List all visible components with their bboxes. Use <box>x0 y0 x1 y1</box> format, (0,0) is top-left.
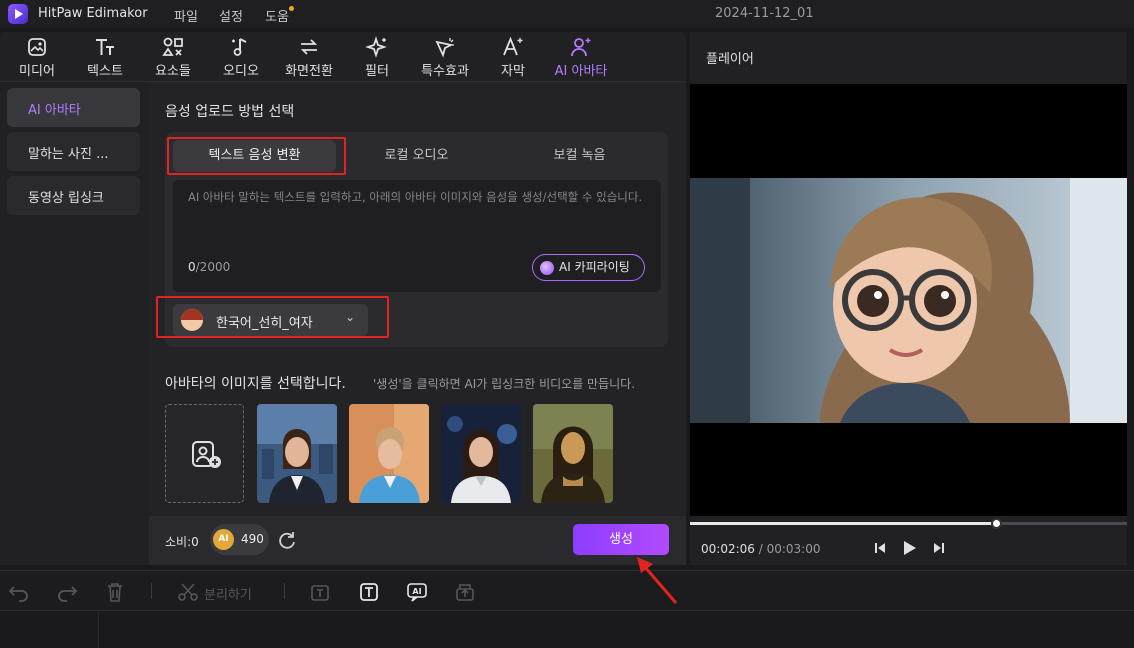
progress-fill <box>690 522 996 525</box>
script-placeholder: AI 아바타 말하는 텍스트를 입력하고, 아래의 아바타 이미지와 음성을 생… <box>188 190 643 204</box>
export-clip-icon[interactable] <box>454 581 476 603</box>
tab-transition[interactable]: 화면전환 <box>279 36 339 79</box>
avatar-image-title: 아바타의 이미지를 선택합니다. <box>165 376 346 392</box>
tab-effects[interactable]: 특수효과 <box>415 36 475 79</box>
tab-subtitle[interactable]: 자막 <box>483 36 543 79</box>
refresh-icon[interactable] <box>277 530 297 550</box>
add-avatar-image-button[interactable] <box>165 404 244 503</box>
delete-icon[interactable] <box>104 581 126 603</box>
menu-file[interactable]: 파일 <box>174 6 198 25</box>
split-label[interactable]: 분리하기 <box>204 584 252 603</box>
svg-text:AI: AI <box>412 587 421 596</box>
timeline-toolbar: 분리하기 AI <box>0 570 1134 611</box>
tab-label: 오디오 <box>223 64 259 79</box>
step-back-icon[interactable] <box>870 538 890 558</box>
char-count-current: 0 <box>188 260 196 274</box>
progress-knob[interactable] <box>990 518 1002 529</box>
highlight-box-voice-select <box>156 296 389 338</box>
document-title: 2024-11-12_01 <box>715 6 814 21</box>
time-separator: / <box>754 542 767 556</box>
tab-label: AI 아바타 <box>554 64 608 79</box>
menu-help[interactable]: 도움 <box>265 6 289 25</box>
upload-method-title: 음성 업로드 방법 선택 <box>165 104 295 120</box>
add-text-icon[interactable] <box>309 581 331 603</box>
sidebar-item-ai-avatar[interactable]: AI 아바타 <box>7 88 140 127</box>
tab-filter[interactable]: 필터 <box>347 36 407 79</box>
text-box-icon[interactable] <box>358 581 380 603</box>
tab-elements[interactable]: 요소들 <box>143 36 203 79</box>
tab-audio[interactable]: 오디오 <box>211 36 271 79</box>
filter-icon <box>365 36 387 58</box>
menu-settings[interactable]: 설정 <box>219 6 243 25</box>
ai-copywriting-button[interactable]: AI 카피라이팅 <box>532 254 645 281</box>
avatar-thumb-white-blazer[interactable] <box>441 404 521 503</box>
script-textarea[interactable]: AI 아바타 말하는 텍스트를 입력하고, 아래의 아바타 이미지와 음성을 생… <box>173 180 661 292</box>
generate-bar: 소비:0 AI 490 생성 <box>149 516 686 565</box>
char-count-max: /2000 <box>195 260 231 274</box>
add-person-icon <box>192 441 221 468</box>
tab-text[interactable]: 텍스트 <box>75 36 135 79</box>
transition-icon <box>300 39 318 55</box>
highlight-box-tts-tab <box>167 137 346 175</box>
ai-subtitle-icon[interactable]: AI <box>406 581 428 603</box>
total-time: 00:03:00 <box>766 542 821 556</box>
side-nav: AI 아바타 말하는 사진 ... 동영상 립싱크 <box>0 82 148 565</box>
elements-icon <box>162 37 183 56</box>
avatar-thumb-blue-blazer[interactable] <box>349 404 429 503</box>
step-forward-icon[interactable] <box>929 538 949 558</box>
cost-label: 소비:0 <box>165 535 199 549</box>
redo-icon[interactable] <box>56 581 78 603</box>
tab-vocal-recording[interactable]: 보컬 녹음 <box>498 140 661 172</box>
player-panel: 플레이어 00:02:06 / 00:03:00 <box>690 32 1127 565</box>
generate-button[interactable]: 생성 <box>573 524 669 555</box>
sidebar-item-video-lipsync[interactable]: 동영상 립싱크 <box>7 176 140 215</box>
tab-media[interactable]: 미디어 <box>7 36 67 79</box>
ai-coin-icon: AI <box>213 529 234 550</box>
current-time: 00:02:06 <box>701 542 755 556</box>
text-icon <box>96 39 114 55</box>
ai-orb-icon <box>540 261 554 275</box>
tab-label: 미디어 <box>19 64 55 79</box>
play-icon[interactable] <box>899 538 919 558</box>
tab-label: 자막 <box>501 64 525 79</box>
effects-icon <box>435 38 454 58</box>
credits-count: 490 <box>241 532 264 546</box>
tab-label: 화면전환 <box>285 64 333 79</box>
toolbar-divider <box>284 583 285 599</box>
main-toolbar: 미디어 텍스트 요소들 오디오 화면전환 필터 특수효과 자막 AI 아바타 <box>0 32 686 82</box>
toolbar-divider <box>151 583 152 599</box>
avatar-thumb-mona-lisa[interactable] <box>533 404 613 503</box>
tab-ai-avatar[interactable]: AI 아바타 <box>551 36 611 79</box>
char-counter: 0/2000 <box>188 260 230 274</box>
video-canvas[interactable] <box>690 84 1127 516</box>
ai-avatar-icon <box>571 38 591 57</box>
timeline-track-divider <box>98 612 99 648</box>
audio-icon <box>232 38 247 56</box>
app-logo-icon <box>8 4 28 24</box>
time-display: 00:02:06 / 00:03:00 <box>701 542 820 556</box>
sidebar-item-talking-photo[interactable]: 말하는 사진 ... <box>7 132 140 171</box>
undo-icon[interactable] <box>8 581 30 603</box>
timeline-area[interactable] <box>0 612 1134 648</box>
avatar-preview-image <box>690 178 1127 423</box>
app-name: HitPaw Edimakor <box>38 6 148 21</box>
subtitle-icon <box>503 36 523 56</box>
player-title: 플레이어 <box>706 52 754 67</box>
tab-label: 필터 <box>365 64 389 79</box>
editor-panel: 미디어 텍스트 요소들 오디오 화면전환 필터 특수효과 자막 AI 아바타 A… <box>0 32 686 565</box>
avatar-image-hint: '생성'을 클릭하면 AI가 립싱크한 비디오를 만듭니다. <box>373 377 636 391</box>
playback-progress[interactable] <box>690 518 1127 529</box>
tab-local-audio[interactable]: 로컬 오디오 <box>335 140 498 172</box>
tab-label: 특수효과 <box>421 64 469 79</box>
tab-label: 텍스트 <box>87 64 123 79</box>
media-icon <box>28 38 46 56</box>
avatar-thumb-newsroom[interactable] <box>257 404 337 503</box>
ai-copywriting-label: AI 카피라이팅 <box>559 260 630 274</box>
tab-label: 요소들 <box>155 64 191 79</box>
split-scissors-icon[interactable] <box>177 581 199 603</box>
title-bar: HitPaw Edimakor 파일 설정 도움 2024-11-12_01 <box>0 0 1134 28</box>
credits-badge: AI 490 <box>210 524 269 555</box>
notification-dot <box>289 6 294 11</box>
